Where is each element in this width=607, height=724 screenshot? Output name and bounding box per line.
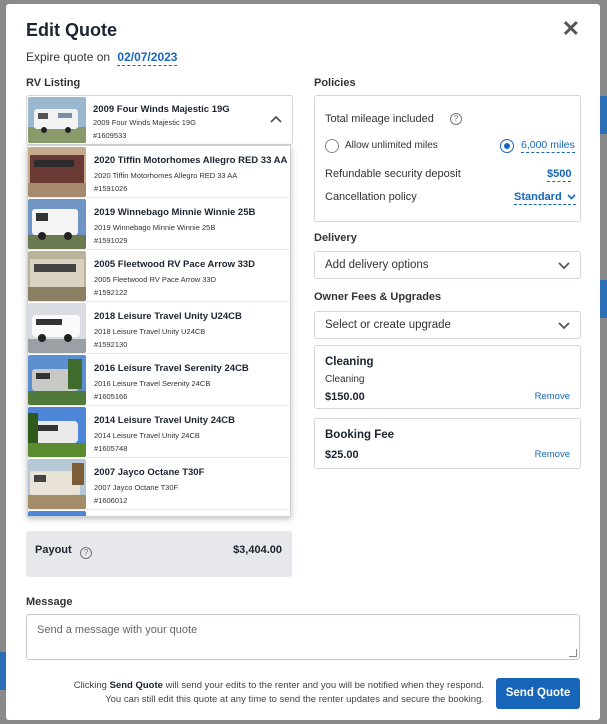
payout-amount: $3,404.00	[233, 544, 282, 556]
rv-listing-dropdown: 2020 Tiffin Motorhomes Allegro RED 33 AA…	[27, 145, 291, 517]
option-id: #1605166	[94, 392, 128, 401]
remove-fee-link[interactable]: Remove	[535, 391, 570, 402]
payout-label: Payout	[35, 544, 72, 556]
option-name: 2014 Leisure Travel Unity 24CB	[94, 415, 235, 426]
footnote-text: will send your edits to the renter and y…	[165, 680, 484, 691]
rv-thumbnail	[28, 303, 86, 353]
option-name: 2018 Leisure Travel Unity U24CB	[94, 311, 242, 322]
rv-listing-select[interactable]: 2009 Four Winds Majestic 19G 2009 Four W…	[26, 95, 293, 145]
background-strip	[599, 96, 607, 134]
rv-thumbnail	[28, 251, 86, 301]
fee-price: $150.00	[325, 391, 365, 403]
listing-option[interactable]	[28, 510, 290, 516]
listing-option[interactable]: 2014 Leisure Travel Unity 24CB 2014 Leis…	[28, 406, 290, 458]
close-icon[interactable]: ✕	[562, 18, 580, 40]
expire-date-link[interactable]: 02/07/2023	[117, 50, 178, 66]
fees-label: Owner Fees & Upgrades	[314, 291, 442, 303]
deposit-value-link[interactable]: $500	[547, 168, 572, 182]
rv-listing-label: RV Listing	[26, 77, 81, 89]
option-id: #1592130	[94, 340, 128, 349]
selected-rv-subtitle: 2009 Four Winds Majestic 19G	[93, 118, 196, 127]
cancellation-label: Cancellation policy	[325, 191, 417, 203]
message-textarea[interactable]: Send a message with your quote	[26, 614, 580, 660]
footnote-bold: Send Quote	[109, 680, 163, 691]
option-subtitle: 2014 Leisure Travel Unity 24CB	[94, 431, 200, 440]
option-name: 2007 Jayco Octane T30F	[94, 467, 205, 478]
message-placeholder: Send a message with your quote	[37, 624, 198, 636]
option-subtitle: 2007 Jayco Octane T30F	[94, 483, 179, 492]
send-footnote: Clicking Send Quote will send your edits…	[74, 679, 484, 707]
unlimited-miles-label: Allow unlimited miles	[345, 140, 438, 151]
chevron-down-icon	[567, 194, 576, 200]
rv-thumbnail	[28, 199, 86, 249]
fee-subtitle: Cleaning	[325, 374, 365, 385]
footnote-line-2: You can still edit this quote at any tim…	[105, 694, 484, 705]
send-quote-button[interactable]: Send Quote	[496, 678, 580, 709]
option-name: 2016 Leisure Travel Serenity 24CB	[94, 363, 249, 374]
delivery-label: Delivery	[314, 232, 357, 244]
policies-panel: Total mileage included ? Allow unlimited…	[314, 95, 581, 222]
cancellation-value: Standard	[514, 191, 562, 203]
fee-card-cleaning: Cleaning Cleaning $150.00 Remove	[314, 345, 581, 409]
fee-name: Booking Fee	[325, 429, 395, 441]
option-subtitle: 2005 Fleetwood RV Pace Arrow 33D	[94, 275, 217, 284]
selected-rv-id: #1609533	[93, 131, 127, 140]
option-id: #1591029	[94, 236, 128, 245]
rv-thumbnail	[28, 97, 86, 143]
option-id: #1592122	[94, 288, 128, 297]
fee-card-booking: Booking Fee $25.00 Remove	[314, 418, 581, 469]
payout-panel: Payout ? $3,404.00	[26, 531, 292, 577]
chevron-down-icon	[558, 256, 570, 277]
delivery-placeholder: Add delivery options	[325, 259, 429, 271]
miles-value-link[interactable]: 6,000 miles	[521, 139, 575, 153]
option-subtitle: 2016 Leisure Travel Serenity 24CB	[94, 379, 211, 388]
mileage-label: Total mileage included	[325, 113, 434, 125]
option-id: #1606012	[94, 496, 128, 505]
radio-icon[interactable]	[325, 139, 339, 153]
chevron-up-icon[interactable]	[270, 112, 282, 126]
message-label: Message	[26, 596, 73, 608]
option-subtitle: 2020 Tiffin Motorhomes Allegro RED 33 AA	[94, 171, 238, 180]
option-subtitle: 2018 Leisure Travel Unity U24CB	[94, 327, 206, 336]
option-name: 2019 Winnebago Minnie Winnie 25B	[94, 207, 256, 218]
listing-option[interactable]: 2016 Leisure Travel Serenity 24CB 2016 L…	[28, 354, 290, 406]
fee-name: Cleaning	[325, 356, 374, 368]
listing-option[interactable]: 2019 Winnebago Minnie Winnie 25B 2019 Wi…	[28, 198, 290, 250]
remove-fee-link[interactable]: Remove	[535, 449, 570, 460]
upgrade-select[interactable]: Select or create upgrade	[314, 311, 581, 339]
help-icon[interactable]: ?	[450, 113, 462, 125]
option-id: #1605748	[94, 444, 128, 453]
listing-option[interactable]: 2007 Jayco Octane T30F 2007 Jayco Octane…	[28, 458, 290, 510]
option-name: 2020 Tiffin Motorhomes Allegro RED 33 AA	[94, 155, 288, 166]
background-strip	[599, 280, 607, 318]
rv-thumbnail	[28, 147, 86, 197]
listing-option[interactable]: 2020 Tiffin Motorhomes Allegro RED 33 AA…	[28, 146, 290, 198]
policies-label: Policies	[314, 77, 356, 89]
listing-option[interactable]: 2018 Leisure Travel Unity U24CB 2018 Lei…	[28, 302, 290, 354]
expire-quote-row: Expire quote on 02/07/2023	[26, 50, 178, 66]
help-icon[interactable]: ?	[80, 547, 92, 559]
selected-rv-name: 2009 Four Winds Majestic 19G	[93, 104, 230, 115]
footnote-text: Clicking	[73, 680, 107, 691]
rv-thumbnail	[28, 511, 86, 516]
chevron-down-icon	[558, 316, 570, 337]
rv-thumbnail	[28, 459, 86, 509]
cancellation-policy-link[interactable]: Standard	[514, 191, 576, 205]
footnote-line-1: Clicking Send Quote will send your edits…	[74, 679, 484, 693]
delivery-select[interactable]: Add delivery options	[314, 251, 581, 279]
rv-thumbnail	[28, 407, 86, 457]
fee-price: $25.00	[325, 449, 359, 461]
deposit-label: Refundable security deposit	[325, 168, 461, 180]
modal-title: Edit Quote	[26, 20, 117, 40]
option-subtitle: 2019 Winnebago Minnie Winnie 25B	[94, 223, 216, 232]
edit-quote-modal: Edit Quote ✕ Expire quote on 02/07/2023 …	[6, 4, 600, 720]
option-name: 2005 Fleetwood RV Pace Arrow 33D	[94, 259, 256, 270]
resize-handle-icon[interactable]	[569, 649, 577, 657]
upgrade-placeholder: Select or create upgrade	[325, 319, 451, 331]
listing-option[interactable]: 2005 Fleetwood RV Pace Arrow 33D 2005 Fl…	[28, 250, 290, 302]
rv-thumbnail	[28, 355, 86, 405]
expire-label: Expire quote on	[26, 50, 111, 64]
radio-icon[interactable]	[500, 139, 514, 153]
option-id: #1591026	[94, 184, 128, 193]
